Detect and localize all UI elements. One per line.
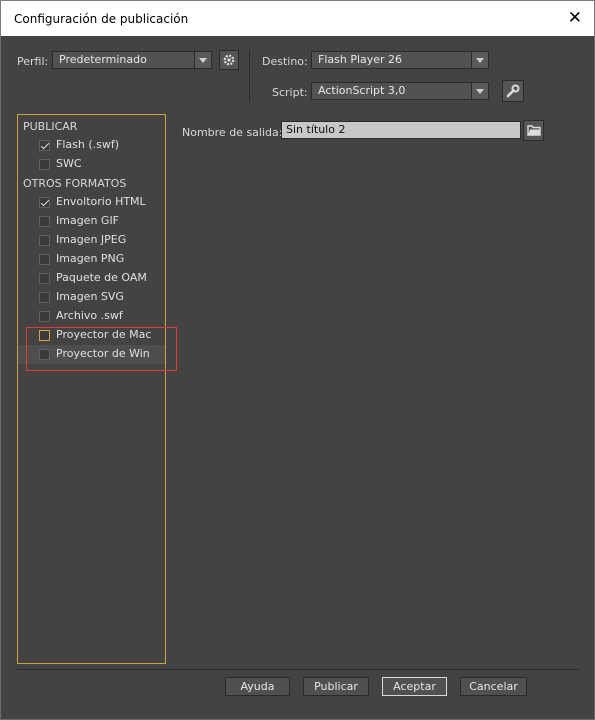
- destino-dropdown[interactable]: Flash Player 26: [311, 51, 489, 69]
- list-item-flash-swf[interactable]: Flash (.swf): [18, 136, 165, 155]
- list-item-label: Imagen JPEG: [56, 233, 127, 246]
- help-button[interactable]: Ayuda: [225, 677, 290, 696]
- gear-icon[interactable]: [219, 50, 239, 70]
- close-icon[interactable]: ✕: [568, 8, 582, 28]
- destino-label: Destino:: [262, 55, 308, 68]
- perfil-value: Predeterminado: [59, 53, 147, 66]
- list-item-label: SWC: [56, 157, 82, 170]
- script-value: ActionScript 3,0: [318, 84, 406, 97]
- checkbox[interactable]: [39, 311, 50, 322]
- checkbox[interactable]: [39, 140, 50, 151]
- checkbox[interactable]: [39, 254, 50, 265]
- list-item-label: Flash (.swf): [56, 138, 120, 151]
- list-item-label: Envoltorio HTML: [56, 195, 146, 208]
- chevron-down-icon: [471, 83, 488, 99]
- wrench-icon[interactable]: [502, 80, 524, 102]
- list-item-label: Imagen PNG: [56, 252, 125, 265]
- ok-button[interactable]: Aceptar: [382, 677, 447, 696]
- output-name-label: Nombre de salida:: [182, 126, 283, 139]
- list-item-envoltorio-html[interactable]: Envoltorio HTML: [18, 193, 165, 212]
- otros-formatos-heading: OTROS FORMATOS: [23, 177, 127, 190]
- folder-icon[interactable]: [523, 120, 544, 141]
- header-divider: [249, 50, 250, 102]
- window-title: Configuración de publicación: [14, 12, 189, 26]
- list-item-label: Archivo .swf: [56, 309, 123, 322]
- checkbox[interactable]: [39, 292, 50, 303]
- perfil-label: Perfil:: [17, 55, 49, 68]
- list-item-imagen-jpeg[interactable]: Imagen JPEG: [18, 231, 165, 250]
- footer-divider: [17, 669, 579, 670]
- chevron-down-icon: [194, 52, 211, 68]
- output-name-value: Sin título 2: [286, 123, 346, 136]
- list-item-swc[interactable]: SWC: [18, 155, 165, 174]
- publish-button[interactable]: Publicar: [303, 677, 369, 696]
- checkbox[interactable]: [39, 216, 50, 227]
- chevron-down-icon: [471, 52, 488, 68]
- checkbox[interactable]: [39, 159, 50, 170]
- checkbox[interactable]: [39, 273, 50, 284]
- cancel-button[interactable]: Cancelar: [460, 677, 527, 696]
- perfil-dropdown[interactable]: Predeterminado: [52, 51, 212, 69]
- format-list-panel: PUBLICAR Flash (.swf) SWC OTROS FORMATOS…: [17, 114, 166, 664]
- highlight-box: [26, 327, 177, 371]
- checkbox[interactable]: [39, 197, 50, 208]
- output-name-field[interactable]: Sin título 2: [281, 121, 521, 139]
- list-item-paquete-oam[interactable]: Paquete de OAM: [18, 269, 165, 288]
- script-label: Script:: [272, 86, 308, 99]
- publish-settings-dialog: Perfil: Predeterminado Destino: Flash Pl…: [0, 36, 595, 720]
- title-bar: Configuración de publicación ✕: [0, 0, 595, 36]
- publicar-heading: PUBLICAR: [23, 120, 78, 133]
- script-dropdown[interactable]: ActionScript 3,0: [311, 82, 489, 100]
- list-item-label: Paquete de OAM: [56, 271, 147, 284]
- checkbox[interactable]: [39, 235, 50, 246]
- list-item-archivo-swf[interactable]: Archivo .swf: [18, 307, 165, 326]
- list-item-imagen-png[interactable]: Imagen PNG: [18, 250, 165, 269]
- list-item-label: Imagen GIF: [56, 214, 120, 227]
- list-item-imagen-gif[interactable]: Imagen GIF: [18, 212, 165, 231]
- destino-value: Flash Player 26: [318, 53, 403, 66]
- list-item-label: Imagen SVG: [56, 290, 124, 303]
- list-item-imagen-svg[interactable]: Imagen SVG: [18, 288, 165, 307]
